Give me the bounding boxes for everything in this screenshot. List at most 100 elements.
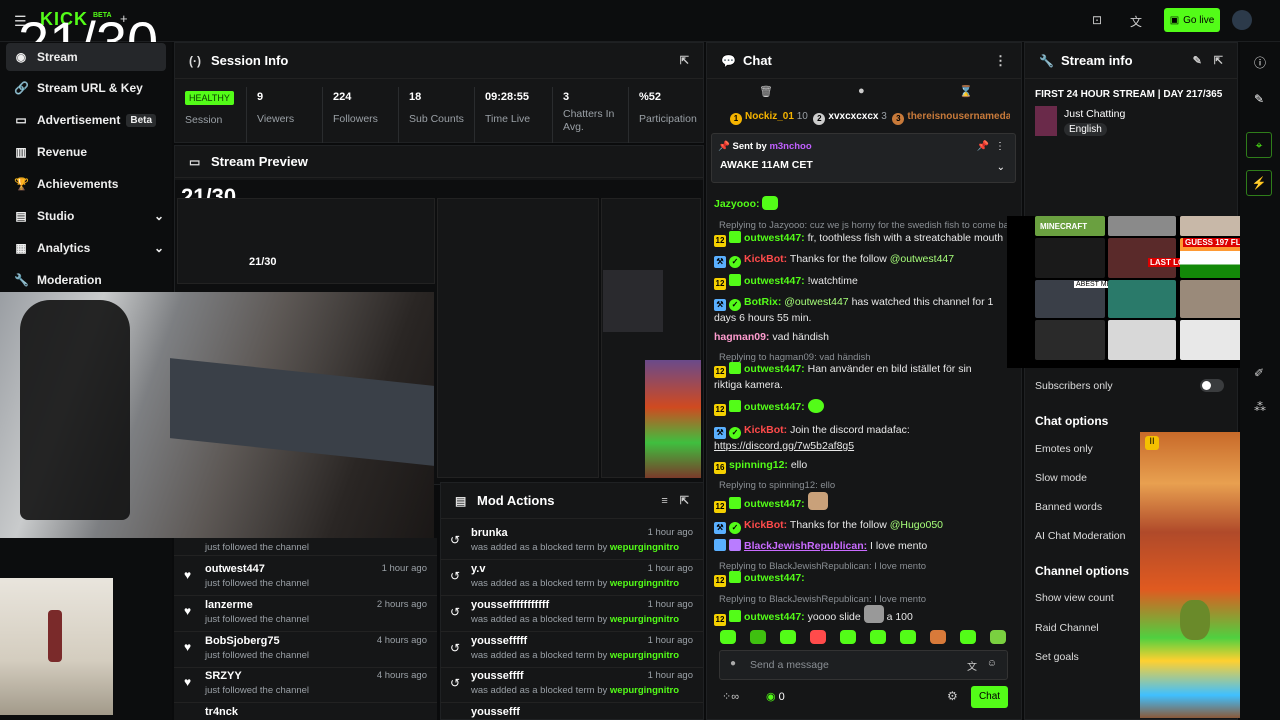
chat-message[interactable]: 12 outwest447: Han använder en bild istäl… [714,362,1000,393]
rail-capture-button[interactable]: ⌖ [1246,132,1272,158]
sidebar-item-advertisement[interactable]: ▭ Advertisement Beta [14,110,164,130]
leader-name[interactable]: xvxcxcxcx [828,111,878,122]
mod-action-item[interactable]: ↺ yousseffff was added as a blocked term b… [440,667,703,703]
pencil-icon[interactable]: ✎ [1254,92,1264,106]
popout-icon[interactable]: ⇱ [680,54,689,67]
emoji-icon[interactable]: ☺ [987,658,997,669]
option-banned-words[interactable]: Banned words [1035,501,1102,513]
discord-link[interactable]: https://discord.gg/7w5b2af8g5 [714,440,854,452]
emote-button[interactable] [720,630,736,644]
kebab-menu-icon[interactable]: ⋮ [994,53,1007,69]
mod-action-item[interactable]: ↺ youssefffffffffff was added as a blocked… [440,596,703,632]
leader-name[interactable]: Nockiz_01 [745,111,794,122]
go-live-button[interactable]: ▣ Go live [1164,8,1220,32]
chat-username[interactable]: KickBot: [744,253,787,265]
chat-username[interactable]: outwest447: [744,611,805,623]
option-show-view-count[interactable]: Show view count [1035,592,1114,604]
chat-message[interactable]: ⚒ ✓ KickBot: Thanks for the follow @outwes… [714,252,1010,268]
mod-action-item[interactable]: ↺ youssefffff was added as a blocked term … [440,632,703,668]
emote-button[interactable] [870,630,886,644]
hourglass-icon[interactable]: ⌛ [959,85,973,98]
mod-action-item[interactable]: ↺ y.v was added as a blocked term by wepur… [440,560,703,596]
sidebar-item-stream[interactable]: ◉ Stream [14,47,164,67]
sidebar-item-stream-url[interactable]: 🔗 Stream URL & Key [14,78,164,98]
chat-username[interactable]: outwest447: [744,232,805,244]
list-item[interactable]: ♥ BobSjoberg75 just followed the channel 4 … [174,632,437,668]
rail-bolt-button[interactable]: ⚡ [1246,170,1272,196]
list-item[interactable]: ♥ SRZYY just followed the channel 4 hours a… [174,667,437,703]
chat-username[interactable]: outwest447: [744,275,805,287]
option-emotes-only[interactable]: Emotes only [1035,443,1093,455]
chat-username[interactable]: outwest447: [744,498,805,510]
emote-button[interactable] [780,630,796,644]
chat-username[interactable]: hagman09: [714,331,769,343]
emote-button[interactable] [810,630,826,644]
sidebar-item-moderation[interactable]: 🔧 Moderation [14,270,164,290]
chat-message[interactable]: BlackJewishRepublican: I love mento [714,539,1010,554]
avatar[interactable] [1232,10,1252,30]
pen-icon[interactable]: ✐ [1254,366,1264,380]
sidebar-item-achievements[interactable]: 🏆 Achievements [14,174,164,194]
pinned-message[interactable]: 📌 Sent by m3nchoo AWAKE 11AM CET 📌 ⋮ ⌄ [711,133,1016,183]
emote-button[interactable] [900,630,916,644]
share-icon[interactable]: ⁂ [1254,400,1266,414]
chat-username[interactable]: BotRix: [744,296,781,308]
chat-username[interactable]: outwest447: [744,401,805,413]
emote-button[interactable] [750,630,766,644]
chat-username[interactable]: BlackJewishRepublican: [744,540,867,552]
chat-mention[interactable]: @outwest447 [890,253,954,265]
sidebar-item-studio[interactable]: ▤ Studio ⌄ [14,206,164,226]
category-name[interactable]: Just Chatting [1064,108,1125,120]
emote-button[interactable] [840,630,856,644]
emote-button[interactable] [960,630,976,644]
emote-button[interactable] [930,630,946,644]
mod-action-item[interactable]: ↺ brunka was added as a blocked term by we… [440,524,703,560]
subscribers-only-toggle[interactable] [1200,379,1224,392]
chat-username[interactable]: KickBot: [744,519,787,531]
points-display[interactable]: ◉ 0 [766,690,785,703]
chat-message[interactable]: 12 outwest447: [714,571,1010,587]
chat-icon[interactable]: ● [858,85,865,97]
emote-button[interactable] [990,630,1006,644]
list-item[interactable]: ♥ outwest447 just followed the channel 1 ho… [174,560,437,596]
leader-name[interactable]: thereisnousernamedat [907,111,1010,122]
translate-icon[interactable]: 文 [1130,13,1142,30]
category-thumbnail[interactable] [1035,106,1057,136]
edit-icon[interactable]: ✎ [1193,54,1202,67]
chat-username[interactable]: outwest447: [744,572,805,584]
chat-message[interactable]: ⚒ ✓ BotRix: @outwest447 has watched this c… [714,295,1000,326]
chat-mention[interactable]: @Hugo050 [890,519,943,531]
filter-icon[interactable]: ≡ [661,495,667,507]
trash-icon[interactable]: 🗑 [759,85,773,98]
mod-action-item[interactable]: youssefff [440,703,703,720]
option-raid-channel[interactable]: Raid Channel [1035,622,1099,634]
chat-message[interactable]: 12 outwest447: !watchtime [714,274,1010,290]
pin-icon[interactable]: 📌 [977,141,989,152]
chevron-down-icon[interactable]: ⌄ [997,162,1005,173]
infinity-icon[interactable]: ⁘∞ [722,690,739,703]
stream-preview-icon[interactable]: ⊡ [1092,13,1102,27]
chat-message[interactable]: ⚒ ✓ KickBot: Join the discord madafac: http… [714,423,1000,454]
chat-message[interactable]: 12 outwest447: fr, toothless fish with a … [714,231,1010,247]
chat-message[interactable]: 16 spinning12: ello [714,458,1010,474]
chat-username[interactable]: KickBot: [744,424,787,436]
send-chat-button[interactable]: Chat [971,686,1008,708]
gear-icon[interactable]: ⚙ [947,689,958,703]
chat-username[interactable]: Jazyooo: [714,198,760,210]
list-item[interactable]: tr4nck [174,703,437,720]
kebab-menu-icon[interactable]: ⋮ [995,141,1005,152]
list-item[interactable]: ♥ lanzerme just followed the channel 2 hour… [174,596,437,632]
sidebar-item-analytics[interactable]: ▦ Analytics ⌄ [14,238,164,258]
chat-message[interactable]: 12 outwest447: [714,399,1010,416]
chat-username[interactable]: spinning12: [729,459,788,471]
option-set-goals[interactable]: Set goals [1035,651,1079,663]
sidebar-item-revenue[interactable]: ▥ Revenue [14,142,164,162]
chat-mention[interactable]: @outwest447 [784,296,848,308]
popout-icon[interactable]: ⇱ [1214,54,1223,67]
chat-username[interactable]: outwest447: [744,363,805,375]
chat-message[interactable]: hagman09: vad händish [714,330,1010,345]
option-slow-mode[interactable]: Slow mode [1035,472,1087,484]
chat-message[interactable]: 12 outwest447: [714,492,1010,513]
chat-input[interactable]: ● Send a message 文 ☺ [719,650,1008,680]
list-item[interactable]: just followed the channel [174,526,437,556]
